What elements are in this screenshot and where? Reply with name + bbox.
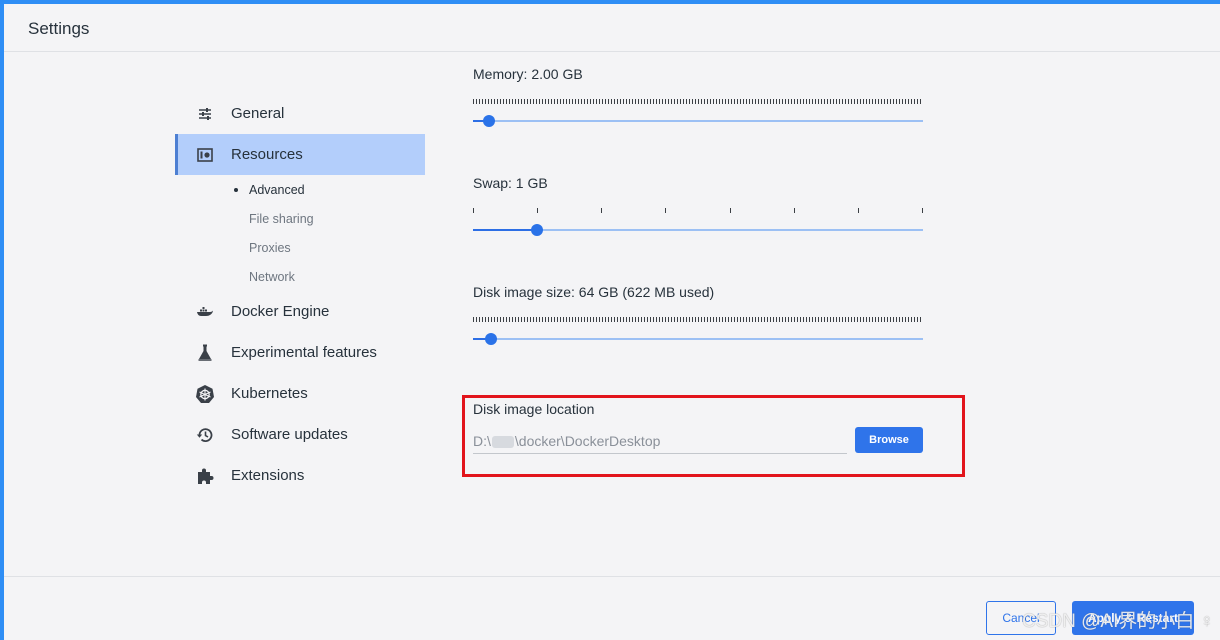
helm-icon	[195, 384, 215, 404]
apply-restart-button[interactable]: Apply & Restart	[1072, 601, 1194, 635]
swap-ticks	[473, 208, 923, 213]
sidebar-item-extensions[interactable]: Extensions	[175, 455, 425, 496]
sidebar-item-label: Experimental features	[231, 344, 377, 361]
swap-label: Swap: 1 GB	[473, 175, 548, 191]
path-suffix: \docker\DockerDesktop	[514, 433, 661, 449]
disk-size-ticks	[473, 317, 923, 322]
puzzle-icon	[195, 466, 215, 486]
memory-label: Memory: 2.00 GB	[473, 66, 583, 82]
whale-icon	[195, 302, 215, 322]
swap-tick	[730, 208, 731, 213]
sliders-icon	[195, 104, 215, 124]
sidebar-item-label: General	[231, 105, 285, 122]
disk-location-label: Disk image location	[473, 401, 595, 417]
swap-tick	[858, 208, 859, 213]
sidebar-subitem-network[interactable]: Network	[175, 262, 425, 291]
disk-size-label: Disk image size: 64 GB (622 MB used)	[473, 284, 715, 300]
sidebar-item-docker-engine[interactable]: Docker Engine	[175, 291, 425, 332]
sidebar-item-general[interactable]: General	[175, 93, 425, 134]
swap-slider-fill	[473, 229, 537, 231]
disk-size-slider-thumb[interactable]	[485, 333, 497, 345]
resources-icon	[195, 145, 215, 165]
history-icon	[195, 425, 215, 445]
sidebar-item-label: Docker Engine	[231, 303, 330, 320]
sidebar-item-label: Kubernetes	[231, 385, 308, 402]
redacted-segment	[491, 436, 514, 449]
swap-tick	[665, 208, 666, 213]
memory-slider[interactable]	[473, 115, 923, 127]
resources-sub-nav: Advanced File sharing Proxies Network	[175, 175, 425, 291]
settings-sidebar: General Resources Advanced File sharing …	[175, 93, 425, 496]
memory-ticks	[473, 99, 923, 104]
swap-slider[interactable]	[473, 224, 923, 236]
path-prefix: D:\	[473, 433, 491, 449]
sidebar-item-resources[interactable]: Resources	[175, 134, 425, 175]
sidebar-item-kubernetes[interactable]: Kubernetes	[175, 373, 425, 414]
swap-tick	[794, 208, 795, 213]
swap-slider-thumb[interactable]	[531, 224, 543, 236]
swap-tick	[601, 208, 602, 213]
swap-tick	[922, 208, 923, 213]
browse-button[interactable]: Browse	[855, 427, 923, 453]
page-title: Settings	[28, 19, 90, 38]
disk-size-slider[interactable]	[473, 333, 923, 345]
sidebar-subitem-proxies[interactable]: Proxies	[175, 233, 425, 262]
sidebar-item-label: Software updates	[231, 426, 348, 443]
sidebar-subitem-file-sharing[interactable]: File sharing	[175, 204, 425, 233]
memory-slider-thumb[interactable]	[483, 115, 495, 127]
swap-tick	[473, 208, 474, 213]
cancel-button[interactable]: Cancel	[986, 601, 1056, 635]
disk-location-input[interactable]: D:\ \docker\DockerDesktop	[473, 430, 847, 454]
swap-tick	[537, 208, 538, 213]
sidebar-item-experimental-features[interactable]: Experimental features	[175, 332, 425, 373]
sidebar-item-label: Extensions	[231, 467, 305, 484]
sidebar-item-software-updates[interactable]: Software updates	[175, 414, 425, 455]
sidebar-subitem-advanced[interactable]: Advanced	[175, 175, 425, 204]
sidebar-item-label: Resources	[231, 146, 303, 163]
flask-icon	[195, 343, 215, 363]
settings-header: Settings	[4, 4, 1220, 52]
